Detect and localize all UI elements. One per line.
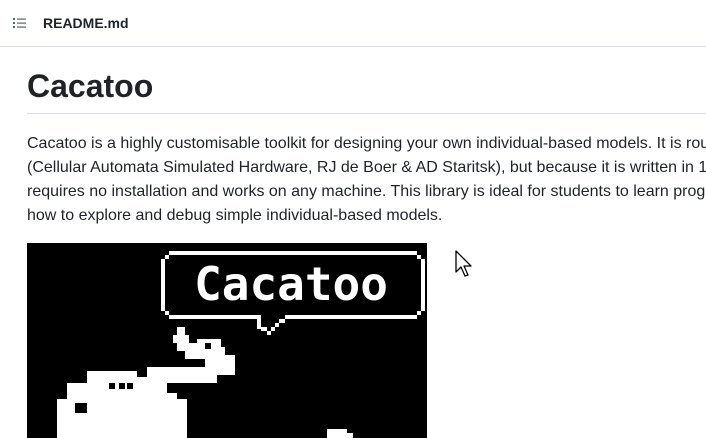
- table-of-contents-button[interactable]: [8, 12, 30, 34]
- paragraph-line: requires no installation and works on an…: [27, 183, 706, 200]
- logo-bubble-text: Cacatoo: [194, 257, 388, 311]
- readme-viewer: README.md Cacatoo Cacatoo is a highly cu…: [0, 0, 706, 438]
- file-name: README.md: [43, 15, 129, 31]
- list-unordered-icon: [13, 18, 26, 28]
- paragraph-line: how to explore and debug simple individu…: [27, 207, 443, 224]
- file-header: README.md: [0, 0, 706, 47]
- readme-title: Cacatoo: [27, 68, 154, 104]
- markdown-body: Cacatoo Cacatoo is a highly customisable…: [27, 47, 706, 438]
- paragraph-line: Cacatoo is a highly customisable toolkit…: [27, 135, 706, 152]
- cockatoo-pixel-art: Cacatoo: [27, 243, 427, 438]
- title-divider: [27, 113, 706, 114]
- cacatoo-logo-image: Cacatoo: [27, 243, 427, 438]
- paragraph-line: (Cellular Automata Simulated Hardware, R…: [27, 159, 706, 176]
